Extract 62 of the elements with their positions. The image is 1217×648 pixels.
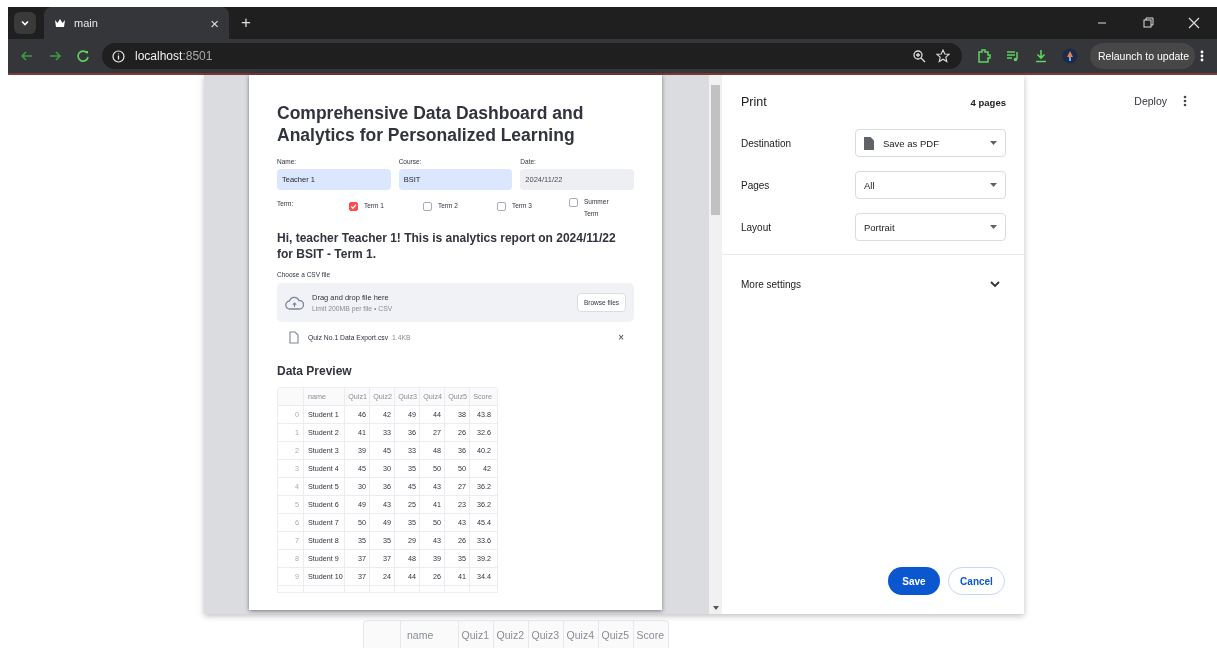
dropdown-value: All [864, 179, 875, 191]
forward-icon[interactable] [48, 49, 62, 63]
zoom-icon[interactable] [912, 49, 926, 63]
more-settings-toggle[interactable]: More settings [722, 279, 1024, 290]
greeting-heading: Hi, teacher Teacher 1! This is analytics report on 2024/11/22 for BSIT - Term 1. [277, 230, 617, 262]
menu-icon[interactable] [1199, 49, 1206, 63]
setting-label: Layout [741, 221, 772, 233]
setting-dropdown[interactable]: All [855, 171, 1006, 199]
new-tab-button[interactable]: + [241, 13, 251, 33]
page-count: 4 pages [970, 96, 1006, 108]
page-title: Comprehensive Data Dashboard and Analytics for Personalized Learning [277, 102, 585, 146]
table-header-cell: Score [633, 621, 668, 648]
app-menu-icon[interactable] [1183, 95, 1187, 107]
checkbox[interactable] [497, 202, 506, 211]
crown-icon [54, 18, 66, 28]
chevron-down-icon [20, 18, 30, 28]
dropdown-caret-icon [990, 183, 997, 187]
back-icon[interactable] [20, 49, 34, 63]
setting-label: Destination [741, 137, 792, 149]
deploy-button[interactable]: Deploy [1134, 95, 1167, 107]
scroll-down-arrow-icon[interactable] [712, 606, 719, 610]
table-header-cell: Quiz5 [598, 621, 633, 648]
url-text: localhost:8501 [135, 49, 213, 63]
extension-icon[interactable] [976, 48, 992, 64]
relaunch-button[interactable]: Relaunch to update [1090, 43, 1196, 69]
dropdown-value: Save as PDF [883, 137, 939, 149]
table-header-cell: name [400, 621, 458, 648]
table-header-cell: Quiz4 [563, 621, 598, 648]
file-icon [289, 331, 299, 344]
star-icon[interactable] [936, 49, 950, 63]
table-header-cell: Quiz1 [458, 621, 493, 648]
dropdown-caret-icon [990, 141, 997, 145]
profile-avatar-icon[interactable] [1062, 48, 1078, 64]
cancel-button[interactable]: Cancel [948, 567, 1005, 595]
cloud-upload-icon [285, 295, 304, 310]
dropdown-value: Portrait [864, 221, 895, 233]
document-icon [864, 136, 874, 150]
print-title: Print [741, 95, 767, 109]
checkbox[interactable] [349, 202, 358, 211]
download-icon[interactable] [1034, 49, 1048, 63]
remove-file-button[interactable]: × [618, 332, 624, 343]
browser-tab[interactable]: main × [44, 7, 229, 39]
chevron-down-icon [990, 281, 1000, 288]
setting-dropdown[interactable]: Save as PDF [855, 129, 1006, 157]
save-button[interactable]: Save [888, 567, 940, 595]
scrollbar[interactable] [709, 75, 722, 614]
media-queue-icon[interactable] [1006, 49, 1020, 63]
checkbox[interactable] [423, 202, 432, 211]
checkbox[interactable] [569, 198, 578, 207]
setting-dropdown[interactable]: Portrait [855, 213, 1006, 241]
setting-label: Pages [741, 179, 770, 191]
address-bar[interactable]: localhost:8501 [102, 43, 962, 69]
info-icon [112, 49, 125, 63]
tab-search-button[interactable] [14, 12, 36, 34]
dropdown-caret-icon [990, 225, 997, 229]
close-tab-button[interactable]: × [210, 14, 219, 32]
scrollbar-thumb[interactable] [711, 85, 720, 215]
section-heading: Data Preview [277, 364, 353, 378]
table-header-cell: Quiz2 [493, 621, 528, 648]
tab-title: main [74, 17, 99, 29]
reload-icon[interactable] [76, 49, 90, 63]
table-header-cell: Quiz3 [528, 621, 563, 648]
